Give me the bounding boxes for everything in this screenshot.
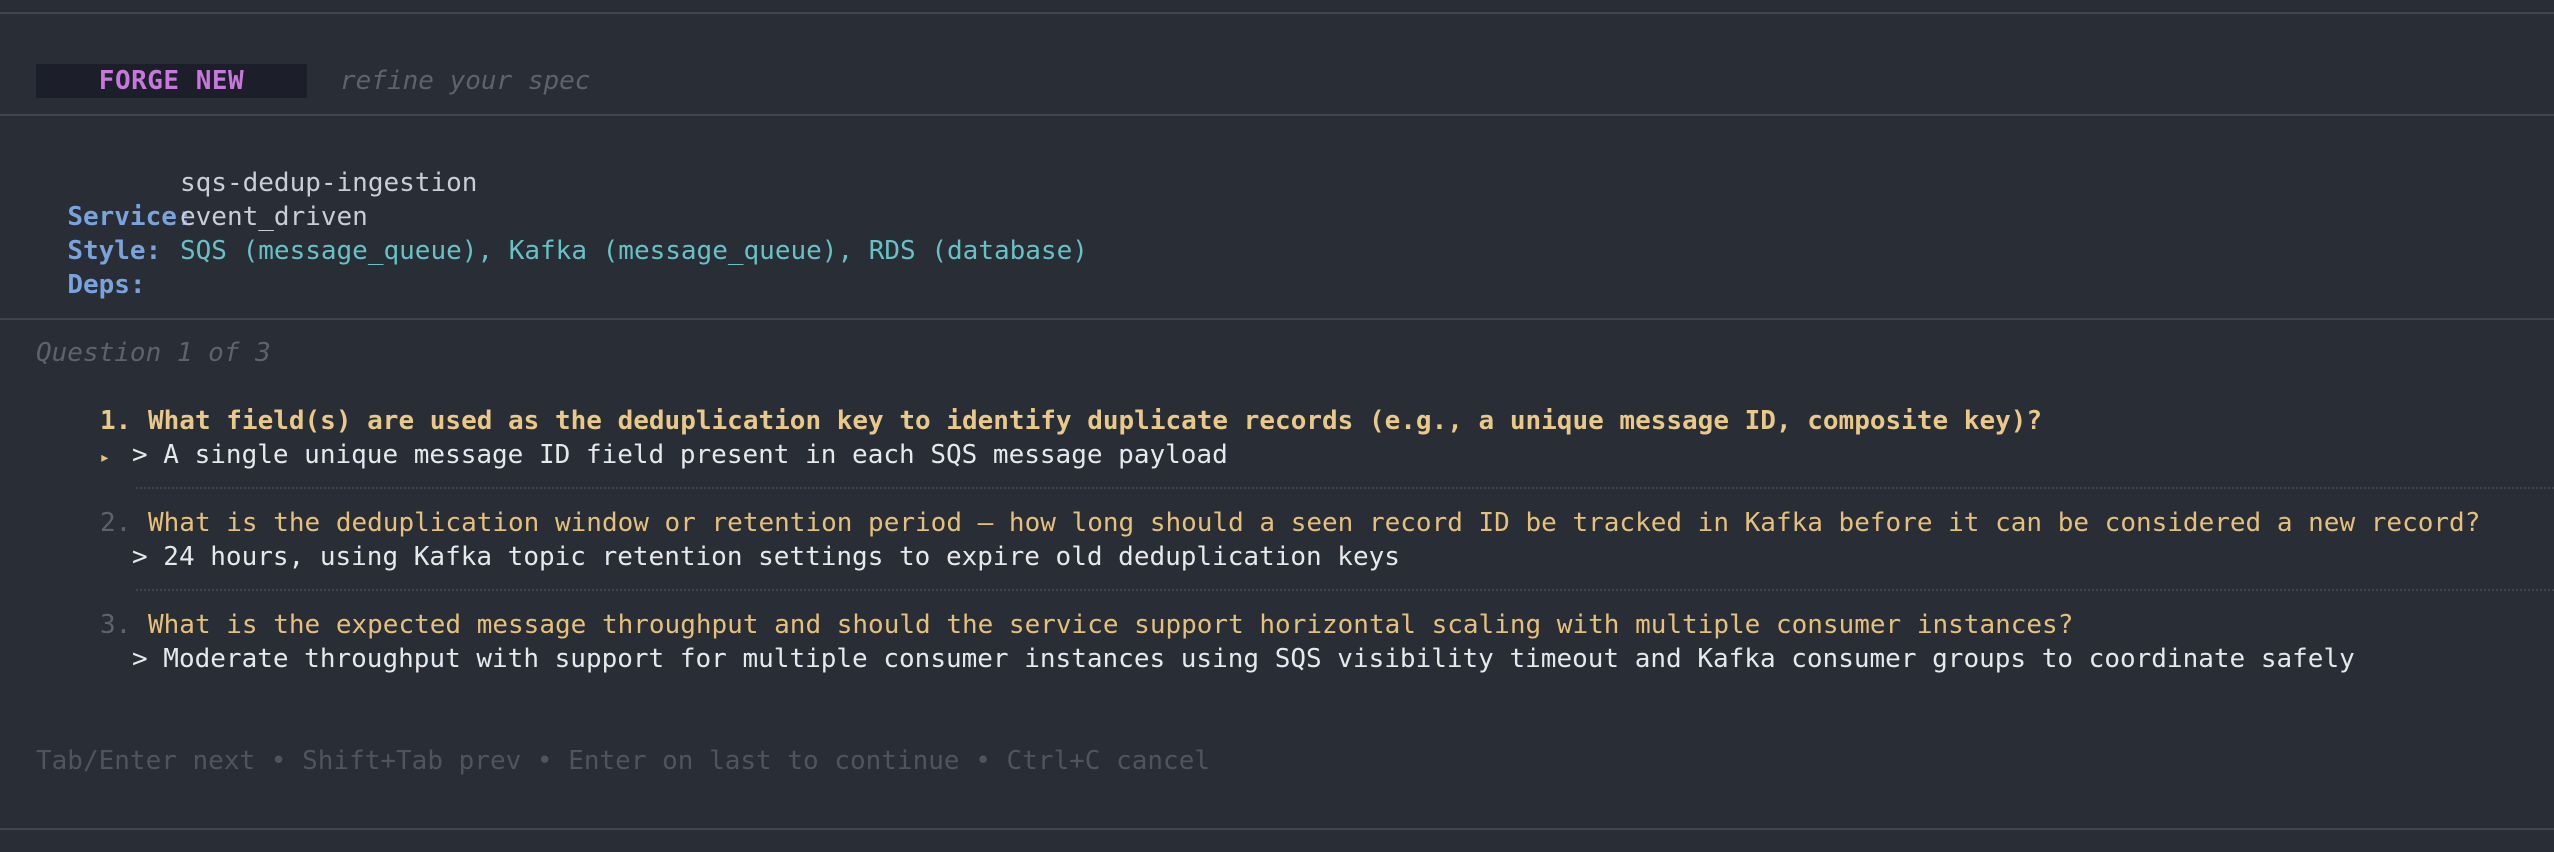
service-value: sqs-dedup-ingestion [180, 168, 478, 198]
question-number-1: 1. [100, 406, 132, 436]
top-border [0, 12, 2554, 14]
question-progress: Question 1 of 3 [36, 338, 271, 368]
deps-value: SQS (message_queue), Kafka (message_queu… [180, 236, 1088, 266]
header-divider [0, 114, 2554, 116]
question-text-2[interactable]: What is the deduplication window or rete… [148, 506, 2480, 540]
header-subtitle: refine your spec [340, 66, 591, 96]
style-value: event_driven [180, 202, 368, 232]
forge-new-badge: FORGE NEW [36, 64, 307, 98]
question-text-1[interactable]: What field(s) are used as the deduplicat… [148, 404, 2042, 438]
service-row: Service: [36, 166, 192, 232]
spec-divider [0, 318, 2554, 320]
deps-row: Deps: [36, 234, 145, 300]
deps-label: Deps: [67, 270, 146, 300]
question-separator [136, 589, 2554, 591]
question-number-3: 3. [100, 610, 132, 640]
answer-text-3[interactable]: > Moderate throughput with support for m… [132, 642, 2355, 676]
keyboard-hints: Tab/Enter next • Shift+Tab prev • Enter … [36, 746, 1210, 776]
answer-text-1[interactable]: > A single unique message ID field prese… [132, 438, 1228, 472]
question-text-3[interactable]: What is the expected message throughput … [148, 608, 2073, 642]
bottom-border [0, 828, 2554, 830]
style-row: Style: [36, 200, 161, 266]
active-marker-icon: ▸ [99, 447, 111, 468]
question-separator [136, 487, 2554, 489]
answer-text-2[interactable]: > 24 hours, using Kafka topic retention … [132, 540, 1400, 574]
question-number-2: 2. [100, 508, 132, 538]
